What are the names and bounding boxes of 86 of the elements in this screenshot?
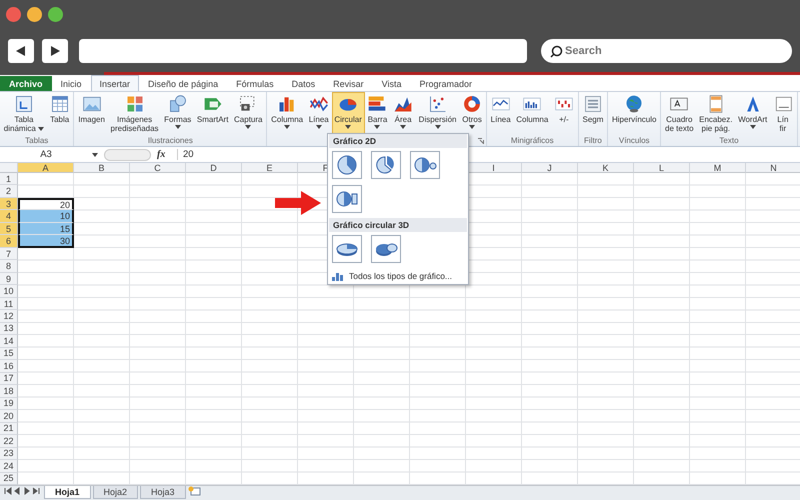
ribbon-button[interactable]: Otros: [459, 92, 485, 136]
row-header[interactable]: 25: [0, 472, 18, 485]
ribbon-tab[interactable]: Insertar: [90, 75, 140, 91]
ribbon-tab[interactable]: Programador: [410, 76, 482, 91]
row-header[interactable]: 4: [0, 210, 18, 223]
column-header[interactable]: J: [522, 163, 578, 173]
row-header[interactable]: 1: [0, 173, 18, 186]
ribbon-tab[interactable]: Fórmulas: [227, 76, 283, 91]
group-label: Tablas: [24, 136, 50, 146]
row-header[interactable]: 7: [0, 248, 18, 260]
ribbon-button[interactable]: Captura: [231, 92, 266, 136]
row-header[interactable]: 5: [0, 222, 18, 236]
ribbon-tab[interactable]: Datos: [282, 76, 324, 91]
ribbon-tab[interactable]: Archivo: [0, 76, 52, 91]
ribbon-button[interactable]: Circular: [332, 92, 365, 136]
ribbon-button[interactable]: Tabla dinámica: [1, 92, 47, 136]
ribbon-button[interactable]: SmartArt: [194, 92, 232, 136]
row-header[interactable]: 21: [0, 422, 18, 436]
column-header[interactable]: N: [746, 163, 800, 173]
row-header[interactable]: 23: [0, 448, 18, 460]
sheet-tab[interactable]: Hoja2: [92, 486, 138, 499]
column-header[interactable]: I: [466, 163, 522, 173]
row-header[interactable]: 16: [0, 360, 18, 373]
row-header[interactable]: 8: [0, 260, 18, 273]
row-header[interactable]: 3: [0, 198, 18, 210]
group-label: Vínculos: [618, 136, 651, 146]
column-header[interactable]: C: [130, 163, 186, 173]
ribbon-button[interactable]: Cuadro de texto: [662, 92, 696, 136]
menu-section-title: Gráfico circular 3D: [329, 218, 467, 232]
sheet-tab[interactable]: Hoja1: [44, 486, 91, 499]
table-cell: 20: [18, 198, 74, 210]
row-header[interactable]: 19: [0, 398, 18, 410]
row-header[interactable]: 15: [0, 348, 18, 360]
ribbon-button[interactable]: Línea: [488, 92, 514, 136]
group-label: Filtro: [583, 136, 603, 146]
ribbon-tab[interactable]: Revisar: [324, 76, 373, 91]
group-label: Texto: [718, 136, 740, 146]
table-cell: 10: [18, 210, 74, 223]
column-header[interactable]: E: [242, 163, 298, 173]
table-cell: 15: [18, 222, 74, 236]
row-header[interactable]: 14: [0, 335, 18, 348]
row-header[interactable]: 22: [0, 435, 18, 448]
ribbon-tab[interactable]: Vista: [372, 76, 411, 91]
row-header[interactable]: 9: [0, 272, 18, 286]
sheet-tab[interactable]: Hoja3: [140, 486, 186, 499]
row-header[interactable]: 17: [0, 372, 18, 386]
ribbon-button[interactable]: +/-: [551, 92, 577, 136]
ribbon-button[interactable]: Segm: [580, 92, 606, 136]
ribbon-button[interactable]: Barra: [364, 92, 390, 136]
all-chart-types-link[interactable]: Todos los tipos de gráfico...: [349, 271, 452, 281]
row-header[interactable]: 18: [0, 385, 18, 398]
ribbon-button[interactable]: Columna: [513, 92, 552, 136]
row-header[interactable]: 2: [0, 185, 18, 198]
row-header[interactable]: 20: [0, 410, 18, 423]
group-label: Minigráficos: [510, 136, 555, 146]
row-header[interactable]: 12: [0, 310, 18, 323]
column-header[interactable]: K: [578, 163, 634, 173]
column-header[interactable]: D: [186, 163, 242, 173]
row-header[interactable]: 24: [0, 460, 18, 473]
ribbon-button[interactable]: Imágenes prediseñadas: [108, 92, 162, 136]
row-header[interactable]: 13: [0, 322, 18, 336]
ribbon-button[interactable]: Imagen: [75, 92, 108, 136]
group-label: Ilustraciones: [146, 136, 194, 146]
table-cell: 30: [18, 235, 74, 248]
row-header[interactable]: 6: [0, 235, 18, 248]
column-header[interactable]: A: [18, 163, 74, 173]
column-header[interactable]: L: [634, 163, 690, 173]
ribbon-button[interactable]: Formas: [161, 92, 194, 136]
menu-section-title: Gráfico 2D: [329, 134, 467, 148]
ribbon-tab[interactable]: Diseño de página: [139, 76, 228, 91]
search-field[interactable]: Search: [541, 39, 792, 63]
ribbon-button[interactable]: Lín fir: [770, 92, 796, 136]
column-header[interactable]: B: [74, 163, 130, 173]
ribbon-button[interactable]: Columna: [268, 92, 306, 136]
column-header[interactable]: M: [690, 163, 746, 173]
ribbon-tab[interactable]: Inicio: [52, 76, 91, 91]
ribbon-button[interactable]: Línea: [306, 92, 332, 136]
ribbon-button[interactable]: Hipervínculo: [609, 92, 660, 136]
row-header[interactable]: 10: [0, 285, 18, 298]
ribbon-button[interactable]: Dispersión: [416, 92, 460, 136]
ribbon-button[interactable]: WordArt: [735, 92, 770, 136]
row-header[interactable]: 11: [0, 298, 18, 310]
ribbon-button[interactable]: Encabez. pie pág.: [696, 92, 736, 136]
ribbon-button[interactable]: Tabla: [46, 92, 72, 136]
name-box[interactable]: A3: [0, 149, 92, 160]
function-button[interactable]: fx: [157, 149, 177, 160]
